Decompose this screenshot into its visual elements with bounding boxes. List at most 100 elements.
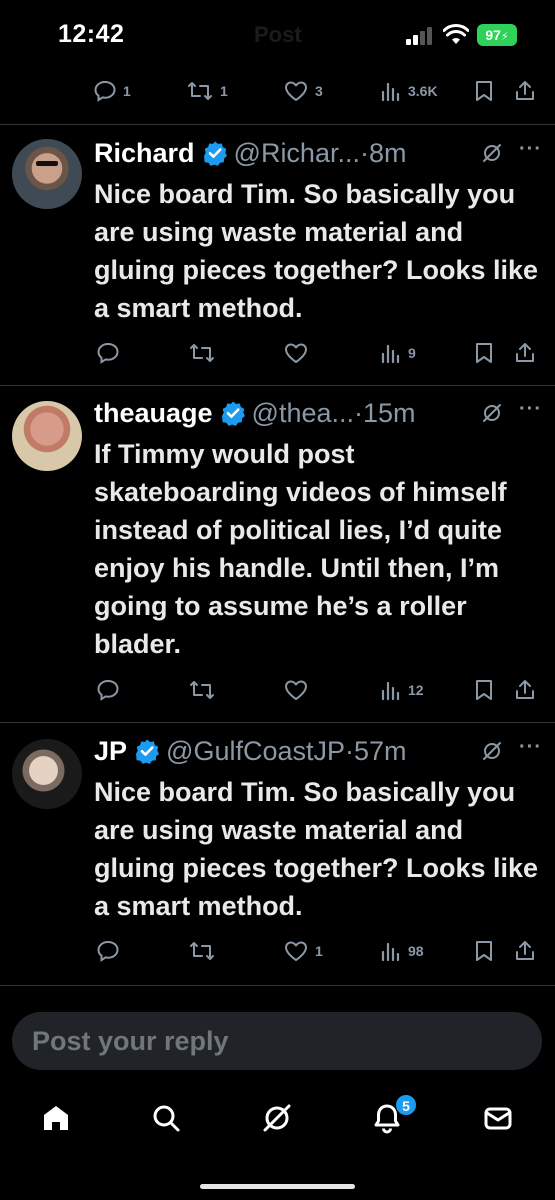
reply-actions: 9 — [0, 333, 555, 373]
reply-item[interactable]: theauage @thea... ·15m ··· If Timmy woul… — [0, 395, 555, 720]
tab-messages[interactable] — [468, 1088, 528, 1148]
repost-button[interactable] — [188, 333, 216, 373]
cellular-signal-icon — [406, 27, 436, 45]
heart-icon — [285, 81, 307, 101]
views-button[interactable]: 3.6K — [380, 71, 438, 111]
user-handle[interactable]: @thea... — [252, 398, 354, 429]
views-button[interactable]: 98 — [380, 931, 424, 971]
repost-icon — [190, 942, 214, 960]
tab-search[interactable] — [136, 1088, 196, 1148]
heart-icon — [285, 680, 307, 700]
repost-button[interactable] — [188, 670, 216, 710]
view-count: 12 — [408, 682, 424, 698]
status-time: 12:42 — [58, 20, 125, 48]
reply-header: JP @GulfCoastJP ·57m — [94, 733, 407, 769]
like-button[interactable]: 3 — [283, 71, 323, 111]
avatar[interactable] — [12, 139, 82, 209]
grok-icon[interactable] — [481, 402, 503, 424]
analytics-icon — [381, 344, 400, 364]
bookmark-button[interactable] — [473, 931, 495, 971]
view-count: 9 — [408, 345, 416, 361]
divider — [0, 985, 555, 986]
grok-icon[interactable] — [481, 740, 503, 762]
battery-level: 97 — [485, 27, 501, 43]
user-handle[interactable]: @Richar... — [234, 138, 360, 169]
wifi-icon — [443, 24, 469, 44]
share-button[interactable] — [513, 333, 537, 373]
reply-text: Nice board Tim. So basically you are usi… — [94, 777, 539, 921]
share-icon — [516, 680, 534, 699]
like-button[interactable] — [283, 333, 309, 373]
grok-icon[interactable] — [481, 142, 503, 164]
post-time: ·57m — [345, 735, 407, 766]
display-name[interactable]: Richard — [94, 138, 195, 169]
more-options-icon[interactable]: ··· — [519, 138, 542, 161]
post-time: ·8m — [359, 137, 407, 168]
bookmark-icon — [476, 680, 492, 700]
avatar[interactable] — [12, 401, 82, 471]
messages-icon — [484, 1107, 512, 1130]
user-handle[interactable]: @GulfCoastJP — [166, 736, 345, 767]
repost-button[interactable] — [188, 931, 216, 971]
bookmark-button[interactable] — [473, 333, 495, 373]
share-button[interactable] — [513, 931, 537, 971]
share-icon — [516, 81, 534, 100]
bookmark-icon — [476, 941, 492, 961]
share-button[interactable] — [513, 71, 537, 111]
reply-button[interactable] — [96, 670, 120, 710]
share-icon — [516, 343, 534, 362]
reply-icon — [97, 342, 119, 364]
reply-item[interactable]: JP @GulfCoastJP ·57m ··· Nice board Tim.… — [0, 733, 555, 983]
reply-button[interactable]: 1 — [93, 71, 131, 111]
more-options-icon[interactable]: ··· — [519, 398, 542, 421]
more-options-icon[interactable]: ··· — [519, 736, 542, 759]
analytics-icon — [381, 942, 400, 962]
search-icon — [153, 1105, 180, 1132]
home-indicator — [200, 1184, 355, 1189]
verified-badge-icon — [203, 141, 227, 166]
post-time: ·15m — [354, 397, 416, 428]
composer-placeholder: Post your reply — [32, 1026, 229, 1056]
display-name[interactable]: JP — [94, 736, 127, 767]
reply-item[interactable]: Richard @Richar... ·8m ··· Nice board Ti… — [0, 135, 555, 385]
tab-home[interactable] — [26, 1088, 86, 1148]
share-button[interactable] — [513, 670, 537, 710]
repost-button[interactable]: 1 — [186, 71, 228, 111]
grok-icon — [263, 1104, 291, 1132]
reply-header: Richard @Richar... ·8m — [94, 135, 406, 171]
analytics-icon — [381, 681, 400, 701]
reply-icon — [97, 940, 119, 962]
heart-icon — [285, 941, 307, 961]
reply-icon — [94, 80, 116, 102]
repost-count: 1 — [220, 83, 228, 99]
avatar[interactable] — [12, 739, 82, 809]
like-count: 3 — [315, 83, 323, 99]
reply-button[interactable] — [96, 333, 120, 373]
bookmark-button[interactable] — [473, 670, 495, 710]
battery-icon: 97⚡ — [477, 24, 517, 46]
heart-icon — [285, 343, 307, 363]
reply-button[interactable] — [96, 931, 120, 971]
repost-icon — [190, 681, 214, 699]
bookmark-icon — [476, 81, 492, 101]
repost-icon — [190, 344, 214, 362]
like-button[interactable] — [283, 670, 309, 710]
share-icon — [516, 941, 534, 960]
divider — [0, 124, 555, 125]
notifications-badge: 5 — [395, 1094, 417, 1116]
like-button[interactable]: 1 — [283, 931, 323, 971]
reply-actions: 12 — [0, 670, 555, 710]
bookmark-button[interactable] — [473, 71, 495, 111]
reply-text: If Timmy would post skateboarding videos… — [94, 439, 507, 659]
home-icon — [44, 1106, 68, 1130]
display-name[interactable]: theauage — [94, 398, 213, 429]
bottom-tab-bar — [0, 1088, 555, 1148]
views-button[interactable]: 9 — [380, 333, 416, 373]
tab-grok[interactable] — [247, 1088, 307, 1148]
views-button[interactable]: 12 — [380, 670, 424, 710]
reply-icon — [97, 679, 119, 701]
reply-header: theauage @thea... ·15m — [94, 395, 416, 431]
header-title-ghost: Post — [254, 22, 302, 47]
reply-composer[interactable]: Post your reply — [12, 1012, 542, 1070]
divider — [0, 385, 555, 386]
